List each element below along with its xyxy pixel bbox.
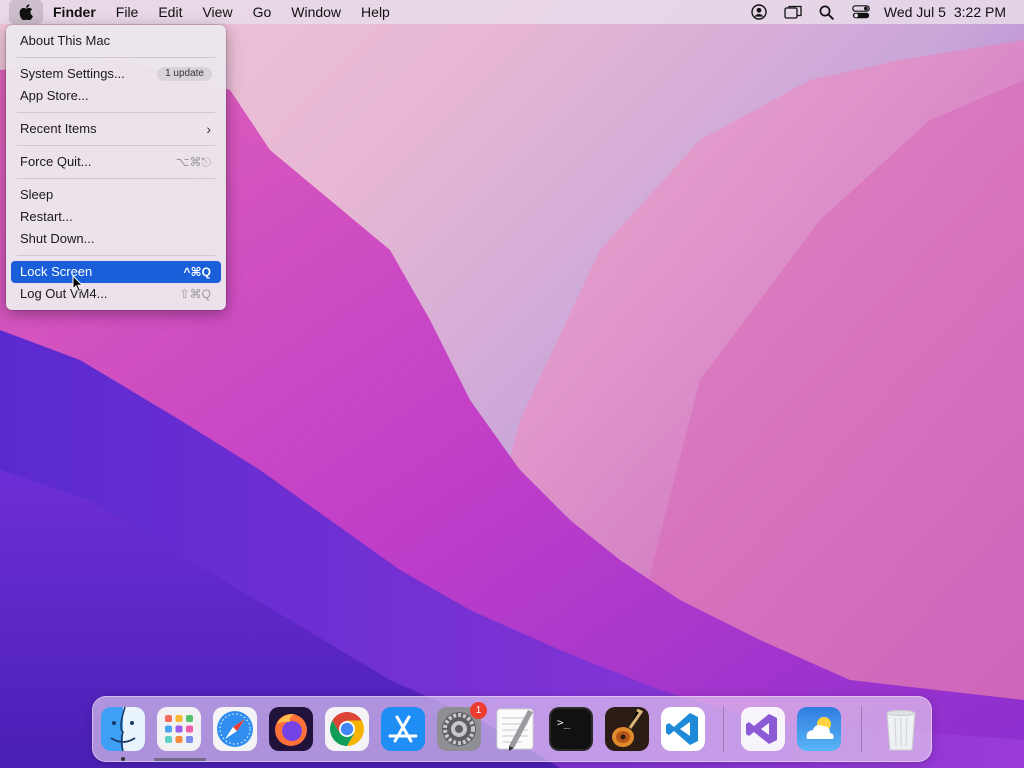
menu-edit[interactable]: Edit — [148, 0, 192, 24]
notification-badge: 1 — [470, 702, 487, 719]
menu-separator — [17, 112, 215, 113]
menu-separator — [17, 57, 215, 58]
menu-item-label: About This Mac — [20, 33, 111, 48]
control-center-icon[interactable] — [844, 0, 878, 24]
keyboard-shortcut: ^⌘Q — [183, 265, 211, 279]
menu-bar: Finder File Edit View Go Window Help Wed… — [0, 0, 1024, 24]
screen-mirroring-icon[interactable] — [776, 0, 810, 24]
menu-help[interactable]: Help — [351, 0, 400, 24]
menu-item-label: Sleep — [20, 187, 54, 202]
menu-item-log-out[interactable]: Log Out VM4... ⇧⌘Q — [11, 283, 221, 305]
dock-textedit-icon[interactable] — [492, 706, 538, 752]
menu-item-force-quit[interactable]: Force Quit... ⌥⌘⎋ — [11, 151, 221, 173]
dock-separator — [723, 706, 724, 752]
dock-firefox-icon[interactable] — [268, 706, 314, 752]
menu-item-recent-items[interactable]: Recent Items › — [11, 118, 221, 140]
menu-item-label: Shut Down... — [20, 231, 95, 246]
menu-item-label: App Store... — [20, 88, 89, 103]
menu-item-about-this-mac[interactable]: About This Mac — [11, 30, 221, 52]
apple-logo-icon[interactable] — [9, 0, 43, 24]
menu-item-label: Log Out VM4... — [20, 286, 108, 301]
chevron-right-icon: › — [206, 121, 211, 137]
menu-separator — [17, 178, 215, 179]
dock-separator — [861, 706, 862, 752]
menu-item-app-store[interactable]: App Store... — [11, 85, 221, 107]
dock-app-store-icon[interactable] — [380, 706, 426, 752]
spotlight-search-icon[interactable] — [810, 0, 844, 24]
menu-item-system-settings[interactable]: System Settings... 1 update — [11, 63, 221, 85]
dock-terminal-icon[interactable]: >_ — [548, 706, 594, 752]
menu-item-restart[interactable]: Restart... — [11, 206, 221, 228]
dock-chrome-icon[interactable] — [324, 706, 370, 752]
mouse-cursor-icon — [72, 274, 84, 298]
dock-indicator-bar — [154, 758, 206, 761]
update-badge: 1 update — [157, 67, 212, 81]
menu-finder[interactable]: Finder — [43, 0, 106, 24]
menu-item-label: Restart... — [20, 209, 73, 224]
user-account-icon[interactable] — [742, 0, 776, 24]
keyboard-shortcut: ⇧⌘Q — [179, 287, 211, 301]
menu-view[interactable]: View — [192, 0, 242, 24]
dock-safari-icon[interactable] — [212, 706, 258, 752]
dock-garageband-icon[interactable] — [604, 706, 650, 752]
dock-visual-studio-icon[interactable] — [740, 706, 786, 752]
menu-separator — [17, 255, 215, 256]
dock-trash-icon[interactable] — [878, 706, 924, 752]
svg-text:>_: >_ — [557, 716, 571, 729]
keyboard-shortcut: ⌥⌘⎋ — [175, 155, 211, 169]
menu-bar-clock[interactable]: Wed Jul 5 3:22 PM — [878, 4, 1024, 20]
menu-item-lock-screen[interactable]: Lock Screen ^⌘Q — [11, 261, 221, 283]
menu-item-label: System Settings... — [20, 66, 125, 81]
dock-vscode-icon[interactable] — [660, 706, 706, 752]
menu-item-label: Force Quit... — [20, 154, 92, 169]
menu-file[interactable]: File — [106, 0, 149, 24]
menu-separator — [17, 145, 215, 146]
apple-menu: About This Mac System Settings... 1 upda… — [6, 25, 226, 310]
menu-bar-date: Wed Jul 5 — [883, 4, 946, 20]
menu-item-shut-down[interactable]: Shut Down... — [11, 228, 221, 250]
menu-window[interactable]: Window — [281, 0, 351, 24]
dock-weather-icon[interactable] — [796, 706, 842, 752]
running-indicator — [121, 757, 125, 761]
dock-finder-icon[interactable] — [100, 706, 146, 752]
menu-bar-time: 3:22 PM — [953, 4, 1006, 20]
menu-item-label: Recent Items — [20, 121, 97, 136]
menu-item-sleep[interactable]: Sleep — [11, 184, 221, 206]
menu-go[interactable]: Go — [243, 0, 282, 24]
dock-launchpad-icon[interactable] — [156, 706, 202, 752]
